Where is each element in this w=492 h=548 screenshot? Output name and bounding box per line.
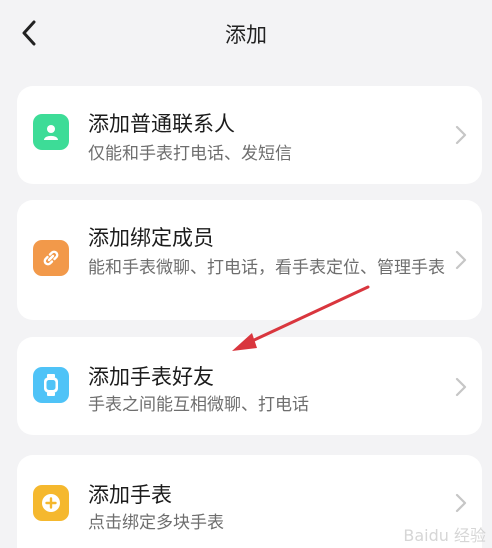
card-subtitle: 手表之间能互相微聊、打电话	[88, 395, 309, 415]
add-contact-screen: 添加 添加普通联系人 仅能和手表打电话、发短信 添加绑定成员 能和手表微聊、打电…	[0, 0, 492, 548]
contact-person-icon	[33, 114, 69, 150]
chevron-right-icon	[455, 125, 467, 145]
card-title: 添加手表好友	[88, 365, 214, 389]
plus-circle-icon	[33, 485, 69, 521]
watch-icon	[33, 367, 69, 403]
chevron-right-icon	[455, 493, 467, 513]
card-subtitle: 仅能和手表打电话、发短信	[88, 144, 292, 164]
card-title: 添加绑定成员	[88, 226, 214, 250]
card-subtitle: 点击绑定多块手表	[88, 513, 224, 533]
page-title: 添加	[225, 23, 267, 47]
card-title: 添加手表	[88, 483, 172, 507]
chevron-right-icon	[455, 377, 467, 397]
add-watch-friend-item[interactable]: 添加手表好友 手表之间能互相微聊、打电话	[17, 337, 482, 435]
card-title: 添加普通联系人	[88, 112, 235, 136]
add-bound-member-item[interactable]: 添加绑定成员 能和手表微聊、打电话，看手表定位、管理手表	[17, 200, 482, 320]
top-bar: 添加	[0, 0, 492, 70]
chevron-right-icon	[455, 250, 467, 270]
link-icon	[33, 240, 69, 276]
add-regular-contact-item[interactable]: 添加普通联系人 仅能和手表打电话、发短信	[17, 86, 482, 184]
card-subtitle: 能和手表微聊、打电话，看手表定位、管理手表	[88, 258, 445, 278]
watermark-text: Baidu 经验	[403, 526, 486, 545]
